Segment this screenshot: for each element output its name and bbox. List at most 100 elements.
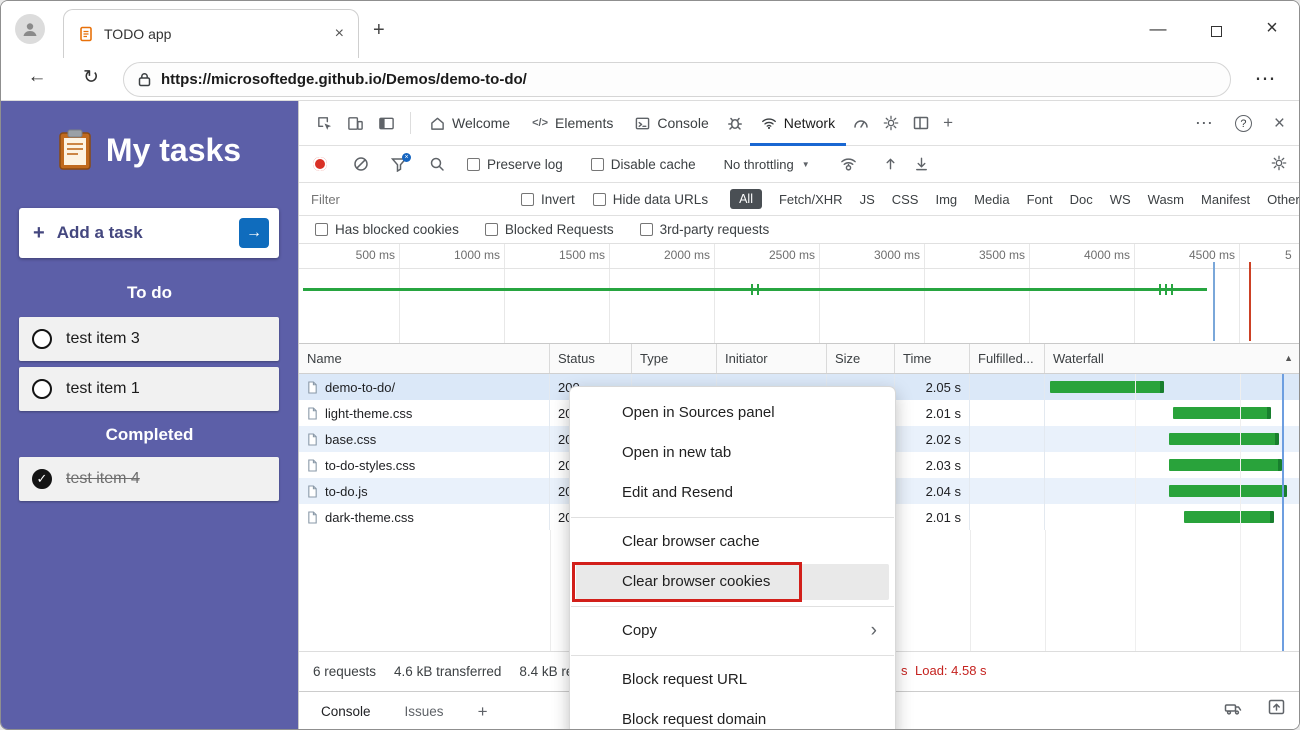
drawer-add-tab-button[interactable]: + [478, 702, 488, 722]
tools-icon[interactable] [1224, 699, 1242, 715]
import-har-icon[interactable] [883, 156, 898, 172]
disable-cache-checkbox[interactable]: Disable cache [591, 157, 696, 172]
performance-icon[interactable] [853, 115, 869, 131]
network-conditions-icon[interactable] [840, 156, 857, 172]
filter-type[interactable]: Doc [1070, 192, 1093, 207]
checkbox-icon[interactable] [485, 223, 498, 236]
column-header-size[interactable]: Size [827, 344, 895, 373]
clipboard-icon [58, 129, 92, 171]
column-header-time[interactable]: Time [895, 344, 970, 373]
tab-welcome[interactable]: Welcome [419, 101, 521, 146]
devtools-menu-button[interactable]: ⋯ [1195, 113, 1213, 134]
column-header-name[interactable]: Name [299, 344, 550, 373]
menu-item-block-domain[interactable]: Block request domain [570, 700, 895, 730]
tab-elements[interactable]: </> Elements [521, 101, 624, 146]
filter-type[interactable]: JS [860, 192, 875, 207]
menu-item-open-sources[interactable]: Open in Sources panel [570, 393, 895, 433]
filter-type[interactable]: Manifest [1201, 192, 1250, 207]
minimize-button[interactable]: — [1135, 19, 1181, 39]
filter-type[interactable]: Font [1027, 192, 1053, 207]
expand-panel-icon[interactable] [1268, 699, 1285, 715]
throttling-dropdown[interactable]: No throttling ▼ [724, 157, 810, 172]
menu-item-copy[interactable]: Copy › [570, 611, 895, 651]
checkbox-icon[interactable] [467, 158, 480, 171]
checkbox-checked-icon[interactable]: ✓ [32, 469, 52, 489]
menu-item-open-new-tab[interactable]: Open in new tab [570, 433, 895, 473]
add-task-label: Add a task [57, 223, 227, 243]
checkbox-icon[interactable] [593, 193, 606, 206]
submit-task-button[interactable]: → [239, 218, 269, 248]
filter-type[interactable]: Other [1267, 192, 1300, 207]
filter-type-all[interactable]: All [730, 189, 762, 209]
column-header-initiator[interactable]: Initiator [717, 344, 827, 373]
add-task-button[interactable]: + Add a task → [19, 208, 279, 258]
clear-icon[interactable] [353, 156, 369, 172]
browser-menu-button[interactable]: ⋯ [1249, 66, 1281, 91]
checkbox-icon[interactable] [521, 193, 534, 206]
reload-button[interactable]: ↻ [75, 66, 107, 89]
column-header-fulfilled[interactable]: Fulfilled... [970, 344, 1045, 373]
filter-type[interactable]: Img [935, 192, 957, 207]
device-toolbar-icon[interactable] [347, 115, 364, 132]
more-tools-button[interactable]: + [943, 113, 953, 133]
address-bar[interactable]: https://microsoftedge.github.io/Demos/de… [123, 62, 1231, 97]
file-icon [307, 459, 318, 472]
gear-icon[interactable] [883, 115, 899, 131]
waterfall-bar [1184, 511, 1274, 523]
filter-type[interactable]: Fetch/XHR [779, 192, 843, 207]
checkbox-icon[interactable] [640, 223, 653, 236]
invert-checkbox[interactable]: Invert [521, 192, 575, 207]
tab-console[interactable]: Console [624, 101, 719, 146]
menu-item-edit-resend[interactable]: Edit and Resend [570, 473, 895, 513]
tab-network[interactable]: Network [750, 101, 846, 146]
column-header-waterfall[interactable]: Waterfall ▲ [1045, 344, 1300, 373]
task-item[interactable]: test item 1 [19, 367, 279, 411]
search-icon[interactable] [429, 156, 445, 172]
filter-type[interactable]: Media [974, 192, 1009, 207]
record-button[interactable] [313, 157, 327, 171]
maximize-button[interactable] [1193, 22, 1239, 42]
network-overview-timeline[interactable]: 500 ms 1000 ms 1500 ms 2000 ms 2500 ms 3… [299, 244, 1300, 344]
network-settings-gear-icon[interactable] [1271, 155, 1287, 171]
column-header-status[interactable]: Status [550, 344, 632, 373]
bug-icon[interactable] [727, 115, 743, 131]
layout-icon[interactable] [913, 115, 929, 131]
checkbox-circle-icon[interactable] [32, 329, 52, 349]
filter-type[interactable]: Wasm [1148, 192, 1184, 207]
request-name: dark-theme.css [325, 510, 414, 525]
back-button[interactable]: ← [21, 66, 53, 88]
filter-type[interactable]: WS [1110, 192, 1131, 207]
filter-type[interactable]: CSS [892, 192, 919, 207]
task-item[interactable]: test item 3 [19, 317, 279, 361]
todo-section-heading: To do [1, 283, 298, 303]
checkbox-icon[interactable] [591, 158, 604, 171]
filter-input[interactable] [311, 192, 501, 207]
menu-item-clear-cookies[interactable]: Clear browser cookies [570, 562, 895, 602]
drawer-tab-console[interactable]: Console [321, 704, 371, 719]
menu-item-clear-cache[interactable]: Clear browser cache [570, 522, 895, 562]
checkbox-circle-icon[interactable] [32, 379, 52, 399]
new-tab-button[interactable]: + [373, 19, 385, 42]
dock-side-icon[interactable] [378, 115, 395, 132]
third-party-checkbox[interactable]: 3rd-party requests [640, 222, 770, 237]
preserve-log-checkbox[interactable]: Preserve log [467, 157, 563, 172]
timeline-tick: 4500 ms [1175, 248, 1235, 262]
help-button[interactable]: ? [1235, 115, 1252, 132]
column-header-type[interactable]: Type [632, 344, 717, 373]
export-har-icon[interactable] [914, 156, 929, 172]
profile-avatar[interactable] [15, 14, 45, 44]
filter-toggle-icon[interactable]: × [391, 156, 407, 172]
tab-close-icon[interactable]: × [335, 25, 344, 43]
checkbox-icon[interactable] [315, 223, 328, 236]
task-item-completed[interactable]: ✓ test item 4 [19, 457, 279, 501]
file-icon [307, 381, 318, 394]
drawer-tab-issues[interactable]: Issues [405, 704, 444, 719]
inspect-icon[interactable] [316, 115, 333, 132]
blocked-requests-checkbox[interactable]: Blocked Requests [485, 222, 614, 237]
close-window-button[interactable]: × [1249, 17, 1295, 40]
hide-data-urls-checkbox[interactable]: Hide data URLs [593, 192, 708, 207]
menu-item-block-url[interactable]: Block request URL [570, 660, 895, 700]
devtools-close-button[interactable]: × [1274, 113, 1285, 135]
has-blocked-cookies-checkbox[interactable]: Has blocked cookies [315, 222, 459, 237]
browser-tab[interactable]: TODO app × [63, 9, 359, 58]
